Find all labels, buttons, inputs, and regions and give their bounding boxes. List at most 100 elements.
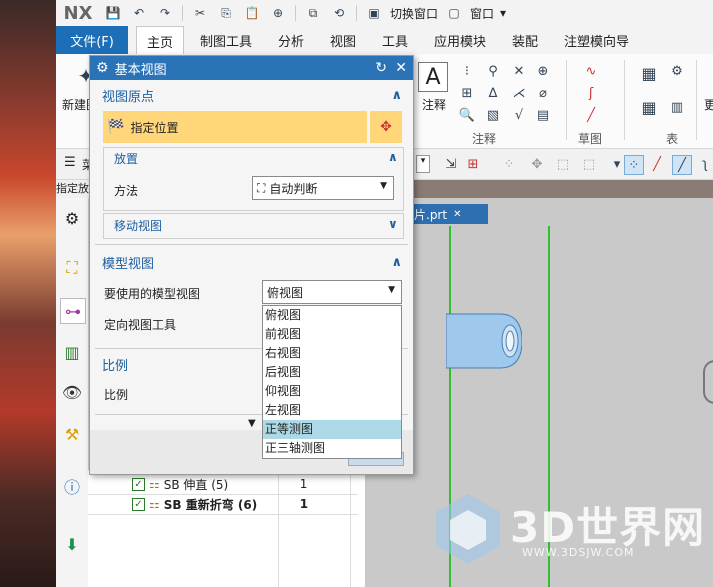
tab-assemblies[interactable]: 装配	[512, 26, 538, 54]
expand-more-icon[interactable]: ▼	[248, 418, 256, 429]
datum-icon[interactable]: ⊞	[458, 84, 476, 102]
option-isometric-view[interactable]: 正等测图	[263, 420, 401, 439]
drawing-file-name: 片.prt	[414, 207, 448, 222]
feature-control-frame-icon[interactable]: ⁝	[458, 62, 476, 80]
switch-window-label[interactable]: 切换窗口	[390, 5, 438, 22]
type-filter-dropdown[interactable]: ▾	[416, 155, 430, 173]
info-icon[interactable]: ⓘ	[60, 474, 84, 498]
surface-finish-icon[interactable]: ∆	[484, 84, 502, 102]
cross-icon[interactable]: ✕	[510, 62, 528, 80]
table-row[interactable]: ✓ ⚏ SB 重新折弯 (6) 1	[88, 494, 358, 515]
visibility-checkbox[interactable]: ✓	[132, 477, 145, 491]
chevron-up-icon[interactable]: ∧	[388, 150, 398, 164]
cut-icon[interactable]: ✂	[191, 4, 209, 22]
grid-point-icon[interactable]: ⁘	[624, 155, 644, 175]
chevron-down-icon[interactable]: ▾	[500, 6, 506, 20]
hatch-icon[interactable]: ▤	[534, 106, 552, 124]
tab-view[interactable]: 视图	[330, 26, 356, 54]
reset-icon[interactable]: ↻	[375, 60, 387, 76]
view-origin-group-header[interactable]: 视图原点 ∧	[95, 84, 408, 106]
save-icon[interactable]: 💾	[104, 4, 122, 22]
option-back-view[interactable]: 后视图	[263, 363, 401, 382]
drawing-navigator-icon[interactable]: ⛶	[60, 256, 84, 280]
close-icon[interactable]: ✕	[453, 209, 461, 220]
image-icon[interactable]: ▧	[484, 106, 502, 124]
menu-icon[interactable]: ☰	[64, 155, 76, 170]
window-icon[interactable]: ▢	[445, 4, 463, 22]
copy-icon[interactable]: ⎘	[217, 4, 235, 22]
curve-icon[interactable]: ʅ	[696, 155, 713, 173]
specify-location-row[interactable]: 🏁 指定位置	[103, 111, 367, 143]
dialog-title-bar[interactable]: ⚙ 基本视图 ↻ ✕	[90, 56, 413, 80]
file-menu-tab[interactable]: 文件(F)	[56, 26, 128, 54]
sketch-spline-icon[interactable]: ʃ	[582, 84, 600, 102]
placement-header[interactable]: 放置	[114, 150, 138, 167]
model-view-group-header[interactable]: 模型视图 ∧	[95, 251, 408, 273]
window-menu-label[interactable]: 窗口	[470, 5, 494, 22]
point-dialog-button[interactable]: ✥	[370, 111, 402, 143]
visibility-checkbox[interactable]: ✓	[132, 497, 145, 511]
move-view-header[interactable]: 移动视图	[114, 217, 162, 234]
more-label[interactable]: 更	[704, 96, 713, 113]
auto-infer-icon: ⛶	[257, 180, 266, 195]
chevron-down-icon[interactable]: ∨	[388, 217, 398, 231]
slope-icon[interactable]: ╱	[672, 155, 692, 175]
snap-icon[interactable]: ⇲	[442, 155, 460, 173]
tab-analysis[interactable]: 分析	[278, 26, 304, 54]
separator	[95, 244, 408, 245]
model-view-dropdown[interactable]: 俯视图 ▼	[262, 280, 402, 304]
history-icon[interactable]: ⬇	[60, 532, 84, 556]
symbol-icon[interactable]: ⌀	[534, 84, 552, 102]
redo-icon[interactable]: ↷	[156, 4, 174, 22]
close-icon[interactable]: ✕	[395, 60, 407, 76]
chevron-up-icon[interactable]: ∧	[391, 255, 402, 270]
point-snap-icon[interactable]: ⊞	[464, 155, 482, 173]
chevron-up-icon[interactable]: ∧	[391, 88, 402, 103]
method-dropdown[interactable]: ⛶ 自动判断 ▼	[252, 176, 394, 200]
intersection-icon[interactable]: ⬚	[554, 155, 572, 173]
parts-list-icon[interactable]: ⚙	[668, 62, 686, 80]
tab-drafting-tools[interactable]: 制图工具	[200, 26, 252, 54]
view-copy-icon[interactable]: ⧉	[304, 4, 322, 22]
sketch-line-icon[interactable]: ╱	[582, 106, 600, 124]
note-icon[interactable]: A	[418, 62, 448, 92]
weld-symbol-icon[interactable]: ⋌	[510, 84, 528, 102]
table-row[interactable]: ✓ ⚏ SB 伸直 (5) 1	[88, 474, 358, 495]
reuse-library-icon[interactable]: ▥	[60, 340, 84, 364]
undo-icon[interactable]: ↶	[130, 4, 148, 22]
tabular-note-icon[interactable]: ▦	[640, 64, 658, 83]
option-front-view[interactable]: 前视图	[263, 325, 401, 344]
magnify-icon[interactable]: 🔍	[458, 106, 476, 124]
box-select-icon[interactable]: ⬚	[580, 155, 598, 173]
table-icon[interactable]: ▦	[640, 98, 658, 117]
line-icon[interactable]: ╱	[648, 155, 666, 173]
gear-icon[interactable]: ⚙	[60, 206, 84, 230]
tab-applications[interactable]: 应用模块	[434, 26, 486, 54]
roles-icon[interactable]: ⚒	[60, 422, 84, 446]
option-bottom-view[interactable]: 仰视图	[263, 382, 401, 401]
target-point-icon[interactable]: ⊕	[534, 62, 552, 80]
option-right-view[interactable]: 右视图	[263, 344, 401, 363]
separator	[624, 60, 625, 140]
option-left-view[interactable]: 左视图	[263, 401, 401, 420]
option-trimetric-view[interactable]: 正三轴测图	[263, 439, 401, 458]
check-icon[interactable]: √	[510, 106, 528, 124]
tab-mold-wizard[interactable]: 注塑模向导	[564, 26, 629, 54]
note-label[interactable]: 注释	[422, 96, 446, 113]
id-symbol-icon[interactable]: ⚲	[484, 62, 502, 80]
part-navigator-icon[interactable]: ⊶	[60, 298, 86, 324]
mid-point-icon[interactable]: ✥	[528, 155, 546, 173]
option-top-view[interactable]: 俯视图	[263, 306, 401, 325]
visual-icon[interactable]: 👁	[60, 380, 84, 404]
paste-special-icon[interactable]: ⊕	[269, 4, 287, 22]
tab-tools[interactable]: 工具	[382, 26, 408, 54]
repeat-command-icon[interactable]: ⟲	[330, 4, 348, 22]
paste-icon[interactable]: 📋	[243, 4, 261, 22]
tab-home[interactable]: 主页	[136, 26, 185, 55]
end-point-icon[interactable]: ⁘	[500, 155, 518, 173]
switch-window-icon[interactable]: ▣	[365, 4, 383, 22]
sketch-curve-icon[interactable]: ∿	[582, 62, 600, 80]
watermark: 3D世界网 WWW.3DSJW.COM	[430, 490, 713, 570]
drawing-file-tab[interactable]: 片.prt ✕	[410, 204, 488, 224]
hole-table-icon[interactable]: ▥	[668, 98, 686, 116]
